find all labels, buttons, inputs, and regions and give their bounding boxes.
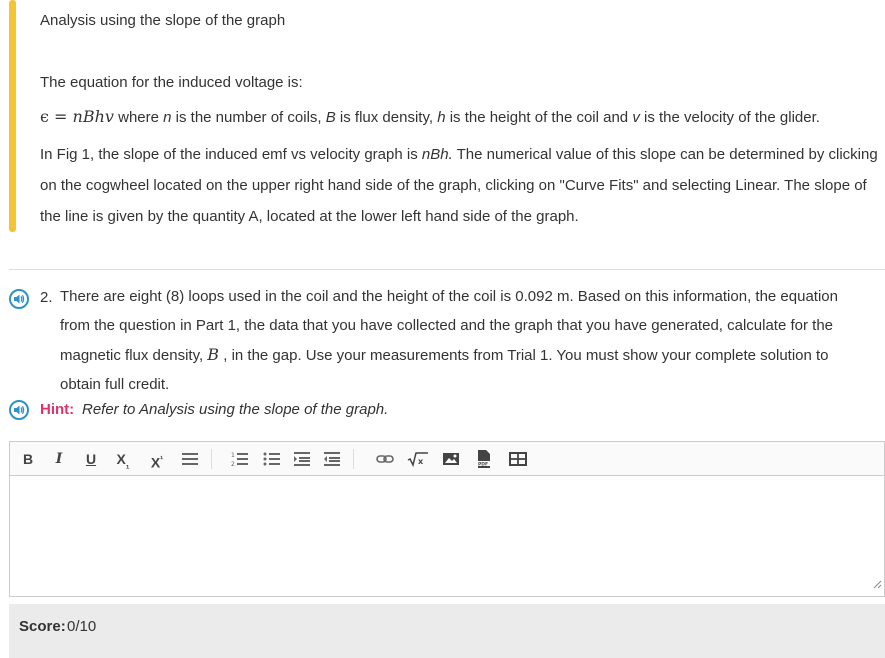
question-text: There are eight (8) loops used in the co… <box>60 288 838 393</box>
question-number: 2. <box>40 289 53 306</box>
accent-bar <box>9 0 16 232</box>
resize-handle-icon[interactable] <box>872 576 882 594</box>
analysis-heading: Analysis using the slope of the graph <box>40 12 286 29</box>
table-icon[interactable] <box>509 451 527 469</box>
score-label: Score: <box>19 618 66 635</box>
superscript-button[interactable]: X¹ <box>147 450 167 471</box>
speaker-icon[interactable] <box>9 289 29 309</box>
outdent-icon[interactable] <box>323 451 341 469</box>
svg-text:PDF: PDF <box>478 462 488 468</box>
toolbar-separator <box>211 449 212 469</box>
analysis-section: Analysis using the slope of the graph Th… <box>9 0 885 232</box>
answer-textarea[interactable] <box>10 476 884 596</box>
equation-icon[interactable]: x <box>407 451 429 469</box>
svg-text:2: 2 <box>231 461 235 467</box>
pdf-icon[interactable]: PDF <box>476 449 492 468</box>
ordered-list-icon[interactable]: 12 <box>231 451 249 469</box>
svg-text:x: x <box>418 457 424 466</box>
analysis-body: In Fig 1, the slope of the induced emf v… <box>40 146 878 225</box>
equation-line: ϵ = nBhv where n is the number of coils,… <box>40 107 820 126</box>
equation-intro: The equation for the induced voltage is: <box>40 74 303 91</box>
hint-label: Hint: <box>40 401 75 418</box>
epsilon-symbol: ϵ = nBhv <box>40 107 114 126</box>
divider <box>9 269 885 270</box>
editor-toolbar: B I U X₁ X¹ 12 x PDF <box>10 442 884 476</box>
hint-speaker-icon[interactable] <box>9 400 29 420</box>
indent-icon[interactable] <box>293 451 311 469</box>
align-icon[interactable] <box>181 451 199 469</box>
bullet-list-icon[interactable] <box>263 451 281 469</box>
score-value: 0/10 <box>67 618 97 635</box>
hint-text: Refer to Analysis using the slope of the… <box>82 401 389 418</box>
underline-button[interactable]: U <box>83 450 99 468</box>
score-bar: Score: 0/10 <box>9 604 885 658</box>
svg-text:1: 1 <box>231 452 235 459</box>
answer-editor: B I U X₁ X¹ 12 x PDF <box>9 441 885 597</box>
toolbar-separator <box>353 449 354 469</box>
image-icon[interactable] <box>442 451 460 469</box>
bold-button[interactable]: B <box>21 450 35 468</box>
link-icon[interactable] <box>375 451 395 469</box>
italic-button[interactable]: I <box>52 450 66 468</box>
subscript-button[interactable]: X₁ <box>113 450 133 470</box>
